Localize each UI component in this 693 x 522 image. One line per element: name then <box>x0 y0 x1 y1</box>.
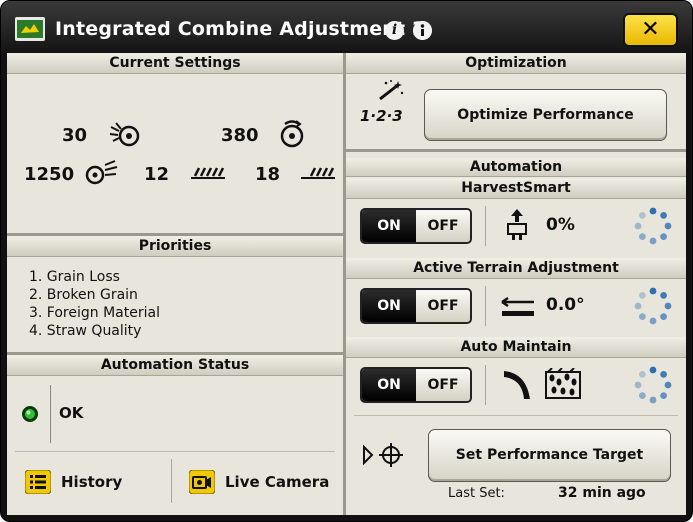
automation-header: Automation <box>346 158 686 177</box>
sieve-clearance-value: 18 <box>255 164 281 185</box>
window-title: Integrated Combine Adjustment 2 <box>55 18 426 40</box>
harvestsmart-header: HarvestSmart <box>346 178 686 199</box>
terrain-on-option[interactable]: ON <box>362 290 416 322</box>
divider <box>485 286 486 326</box>
priority-item: 1. Grain Loss <box>29 269 120 285</box>
live-camera-label: Live Camera <box>225 473 330 491</box>
divider <box>485 365 486 405</box>
priorities-panel: Priorities 1. Grain Loss 2. Broken Grain… <box>7 236 343 352</box>
harvestsmart-toggle[interactable]: ON OFF <box>360 208 472 244</box>
title-bar: Integrated Combine Adjustment 2 i ✕ <box>1 1 692 53</box>
automation-status-text: OK <box>59 404 84 422</box>
brand-logo-icon <box>15 17 45 41</box>
dialog-window: Integrated Combine Adjustment 2 i ✕ Curr… <box>0 0 693 522</box>
optimization-panel: Optimization 1·2·3 Optimize Performance <box>346 53 686 149</box>
optimization-header: Optimization <box>346 53 686 74</box>
harvestsmart-on-option[interactable]: ON <box>362 210 416 242</box>
auto-maintain-off-option[interactable]: OFF <box>416 369 470 401</box>
main-body: Current Settings 30 380 1250 12 18 Prior… <box>7 53 686 515</box>
terrain-adjustment-toggle[interactable]: ON OFF <box>360 288 472 324</box>
rotor-speed-value: 380 <box>221 125 259 146</box>
live-camera-button[interactable]: Live Camera <box>183 461 335 501</box>
harvestsmart-off-option[interactable]: OFF <box>416 210 470 242</box>
concave-icon <box>191 167 225 179</box>
help-info-icon[interactable] <box>413 21 432 40</box>
magic-wand-icon <box>379 80 404 101</box>
concave-clearance-value: 12 <box>144 164 170 185</box>
close-button[interactable]: ✕ <box>623 13 678 47</box>
current-settings-header: Current Settings <box>7 53 343 74</box>
machine-capacity-icon <box>507 209 527 240</box>
loading-spinner-icon <box>634 366 672 404</box>
set-performance-target-button[interactable]: Set Performance Target <box>428 429 671 482</box>
divider <box>354 415 678 416</box>
loading-spinner-icon <box>634 207 672 245</box>
feeder-speed-icon <box>85 160 118 185</box>
feed-speed-value: 1250 <box>24 164 75 185</box>
priority-item: 2. Broken Grain <box>29 287 138 303</box>
current-settings-panel: Current Settings 30 380 1250 12 18 <box>7 53 343 233</box>
history-list-icon <box>25 470 51 494</box>
terrain-off-option[interactable]: OFF <box>416 290 470 322</box>
history-label: History <box>61 473 123 491</box>
last-set-value: 32 min ago <box>558 485 646 501</box>
automation-panel: Automation HarvestSmart ON OFF 0% Active… <box>346 152 686 515</box>
fan-speed-value: 30 <box>62 125 88 146</box>
terrain-value: 0.0° <box>546 295 585 315</box>
grain-sample-icon <box>545 368 581 399</box>
history-button[interactable]: History <box>17 461 167 501</box>
terrain-adjustment-header: Active Terrain Adjustment <box>346 258 686 279</box>
automation-status-panel: Automation Status OK History Live Camera <box>7 355 343 515</box>
auto-maintain-header: Auto Maintain <box>346 337 686 358</box>
camera-icon <box>189 470 215 494</box>
priority-item: 4. Straw Quality <box>29 323 142 339</box>
loading-spinner-icon <box>634 287 672 325</box>
divider <box>15 451 335 452</box>
grain-stream-icon <box>504 371 530 399</box>
terrain-slope-icon <box>501 296 534 316</box>
optimize-performance-button[interactable]: Optimize Performance <box>424 89 667 141</box>
fan-speed-icon <box>109 122 140 147</box>
rotor-speed-icon <box>280 120 304 148</box>
status-led-icon <box>22 406 38 422</box>
divider <box>171 459 172 503</box>
optimization-steps-label: 1·2·3 <box>360 107 403 125</box>
divider <box>50 385 51 443</box>
harvestsmart-value: 0% <box>546 215 575 235</box>
info-icon[interactable]: i <box>385 21 404 40</box>
divider <box>485 206 486 246</box>
priorities-header: Priorities <box>7 236 343 257</box>
target-crosshair-icon <box>363 443 403 467</box>
sieve-icon <box>301 167 335 179</box>
priority-item: 3. Foreign Material <box>29 305 160 321</box>
auto-maintain-toggle[interactable]: ON OFF <box>360 367 472 403</box>
auto-maintain-on-option[interactable]: ON <box>362 369 416 401</box>
last-set-label: Last Set: <box>448 486 505 501</box>
automation-status-header: Automation Status <box>7 355 343 376</box>
